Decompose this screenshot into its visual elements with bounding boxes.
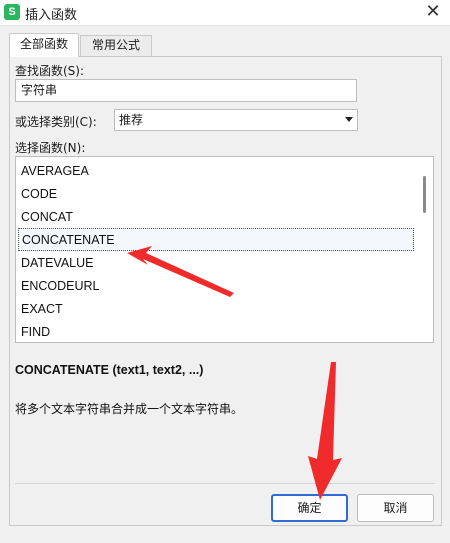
search-label: 查找函数(S): — [15, 64, 85, 78]
function-description: 将多个文本字符串合并成一个文本字符串。 — [15, 402, 244, 416]
ok-button[interactable]: 确定 — [271, 494, 348, 522]
list-item[interactable]: DATEVALUE — [18, 252, 414, 275]
tab-common-formulas[interactable]: 常用公式 — [80, 35, 152, 56]
list-item[interactable]: AVERAGEA — [18, 160, 414, 183]
tab-all-functions[interactable]: 全部函数 — [9, 33, 79, 57]
function-list-label: 选择函数(N): — [15, 141, 86, 155]
search-input[interactable]: 字符串 — [15, 79, 357, 102]
footer-divider — [15, 483, 435, 484]
cancel-button[interactable]: 取消 — [357, 494, 434, 522]
list-item[interactable]: FIND — [18, 321, 414, 342]
category-label: 或选择类别(C): — [15, 115, 97, 129]
list-item[interactable]: ENCODEURL — [18, 275, 414, 298]
title-bar: S 插入函数 ✕ — [0, 0, 450, 26]
function-list[interactable]: AVERAGEA CODE CONCAT CONCATENATE DATEVAL… — [15, 156, 434, 343]
list-item[interactable]: CONCAT — [18, 206, 414, 229]
category-value: 推荐 — [119, 113, 144, 127]
window-title: 插入函数 — [25, 8, 78, 23]
chevron-down-icon[interactable] — [345, 117, 353, 122]
list-item[interactable]: EXACT — [18, 298, 414, 321]
list-item-selected[interactable]: CONCATENATE — [18, 228, 414, 251]
close-icon[interactable]: ✕ — [416, 0, 450, 26]
app-logo-icon: S — [4, 4, 20, 20]
scrollbar-thumb[interactable] — [423, 176, 426, 213]
function-signature: CONCATENATE (text1, text2, ...) — [15, 363, 204, 377]
category-select[interactable]: 推荐 — [114, 109, 358, 131]
list-item[interactable]: CODE — [18, 183, 414, 206]
